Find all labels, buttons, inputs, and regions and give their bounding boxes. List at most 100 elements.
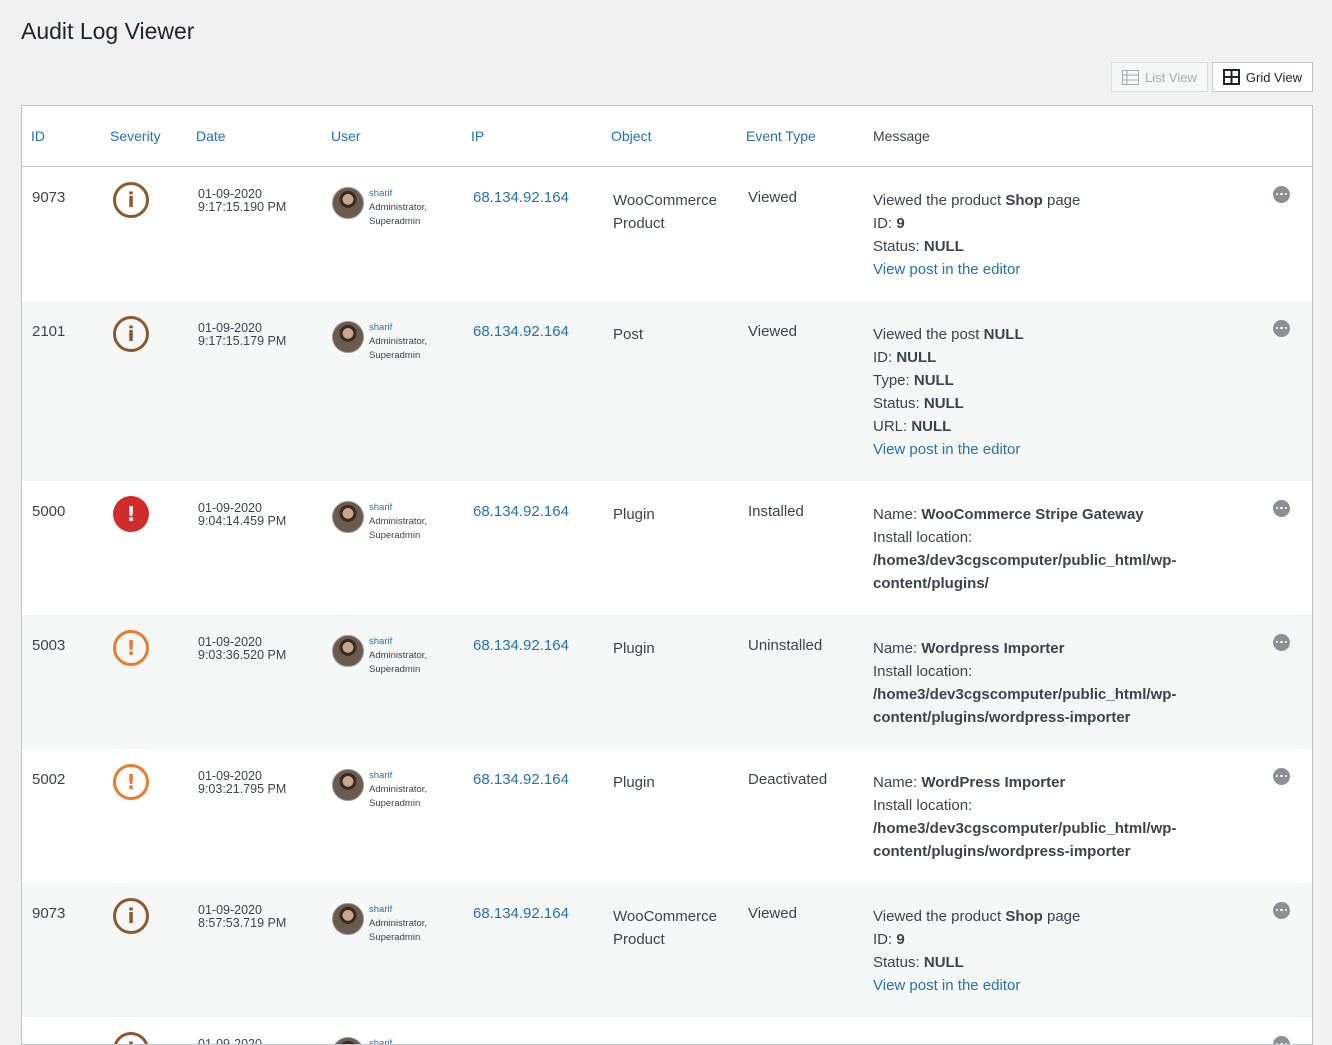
date-text: 01-09-2020 [198,1038,322,1045]
grid-view-button[interactable]: Grid View [1212,62,1313,92]
event-type: Deactivated [737,749,864,883]
ip-link[interactable]: 68.134.92.164 [462,749,602,883]
table-row: 5000 ! 01-09-2020 9:04:14.459 PM sharif … [22,481,1313,615]
event-message: Viewed the product Shop pageID: 9Status:… [864,166,1273,301]
message-line: Viewed the product Shop page [873,189,1273,212]
event-object: WooCommerce Product [602,166,737,301]
ip-link[interactable]: 68.134.92.164 [462,883,602,1017]
message-line: Name: WooCommerce Stripe Gateway [873,503,1273,526]
message-line: ID: NULL [873,346,1273,369]
message-value: WooCommerce Stripe Gateway [921,506,1143,523]
more-icon[interactable] [1273,634,1290,651]
more-cell [1273,883,1313,1017]
message-line: Status: NULL [873,392,1273,415]
more-cell [1273,301,1313,481]
message-value: 9 [896,931,904,948]
message-line: /home3/dev3cgscomputer/public_html/wp-co… [873,817,1273,863]
view-post-link[interactable]: View post in the editor [873,974,1273,997]
severity-cell: ! [101,749,187,883]
event-message: Name: WordPress ImporterInstall location… [864,749,1273,883]
column-header-severity[interactable]: Severity [101,106,187,166]
column-header-object[interactable]: Object [602,106,737,166]
table-header-row: ID Severity Date User IP Object Event Ty… [22,106,1313,166]
more-icon[interactable] [1273,768,1290,785]
user-role: Administrator, [369,515,427,529]
user-name-link[interactable]: sharif [369,321,427,335]
time-text: 9:17:15.179 PM [198,335,322,348]
column-header-id[interactable]: ID [22,106,101,166]
more-icon[interactable] [1273,902,1290,919]
more-icon[interactable] [1273,186,1290,203]
message-line: /home3/dev3cgscomputer/public_html/wp-co… [873,549,1273,595]
event-id: 5002 [22,749,101,883]
ip-link[interactable]: 68.134.92.164 [462,301,602,481]
message-line: Status: NULL [873,951,1273,974]
message-value: NULL [914,372,954,389]
user-role: Administrator, [369,917,427,931]
more-cell [1273,749,1313,883]
user-name-link[interactable]: sharif [369,1037,392,1045]
ip-link[interactable]: 68.134.92.164 [462,481,602,615]
user-role: Superadmin [369,349,427,363]
date-text: 01-09-2020 [198,322,322,335]
message-line: ID: 9 [873,928,1273,951]
message-value: NULL [924,954,964,971]
message-value: NULL [896,349,936,366]
message-line: Install location: [873,660,1273,683]
message-value: 9 [896,215,904,232]
list-view-button[interactable]: List View [1111,62,1208,92]
event-date: 01-09-2020 8:57:53.719 PM [187,883,322,1017]
more-cell [1273,481,1313,615]
message-value: Wordpress Importer [921,640,1064,657]
column-header-ip[interactable]: IP [462,106,602,166]
user-role: Superadmin [369,663,427,677]
event-id: 2101 [22,301,101,481]
event-type: Viewed [737,301,864,481]
severity-high-icon: ! [113,630,149,666]
user-role: Administrator, [369,335,427,349]
message-line: ID: 9 [873,212,1273,235]
avatar [332,187,364,219]
event-type: Viewed [737,166,864,301]
column-header-date[interactable]: Date [187,106,322,166]
event-date: 01-09-2020 9:04:14.459 PM [187,481,322,615]
avatar [332,635,364,667]
message-line: /home3/dev3cgscomputer/public_html/wp-co… [873,683,1273,729]
more-icon[interactable] [1273,500,1290,517]
ip-link[interactable]: 68.134.92.164 [462,615,602,749]
column-header-user[interactable]: User [322,106,462,166]
date-text: 01-09-2020 [198,188,322,201]
severity-cell: ! [101,481,187,615]
more-cell [1273,166,1313,301]
message-value: NULL [911,418,951,435]
event-date: 01-09-2020 9:17:15.190 PM [187,166,322,301]
user-cell: sharif Administrator, Superadmin [322,166,462,301]
time-text: 9:17:15.190 PM [198,201,322,214]
column-header-event-type[interactable]: Event Type [737,106,864,166]
user-name-link[interactable]: sharif [369,187,427,201]
avatar [332,321,364,353]
ip-link[interactable]: 68.134.92.164 [462,166,602,301]
date-text: 01-09-2020 [198,904,322,917]
message-value: WordPress Importer [921,774,1065,791]
table-row: 9073 i 01-09-2020 8:57:53.719 PM sharif … [22,883,1313,1017]
message-line: Name: Wordpress Importer [873,637,1273,660]
user-name-link[interactable]: sharif [369,635,427,649]
user-cell: sharif Administrator, Superadmin [322,615,462,749]
message-line: Install location: [873,794,1273,817]
message-value: NULL [924,238,964,255]
user-name-link[interactable]: sharif [369,769,427,783]
page-title: Audit Log Viewer [21,18,194,45]
message-value: NULL [984,326,1024,343]
more-icon[interactable] [1273,1036,1290,1045]
more-icon[interactable] [1273,320,1290,337]
user-cell: sharif Administrator, Superadmin [322,883,462,1017]
view-post-link[interactable]: View post in the editor [873,438,1273,461]
event-type: Viewed [737,883,864,1017]
message-line: Status: NULL [873,235,1273,258]
user-name-link[interactable]: sharif [369,501,427,515]
view-post-link[interactable]: View post in the editor [873,258,1273,281]
user-role: Administrator, [369,201,427,215]
user-name-link[interactable]: sharif [369,903,427,917]
list-view-label: List View [1145,70,1197,85]
